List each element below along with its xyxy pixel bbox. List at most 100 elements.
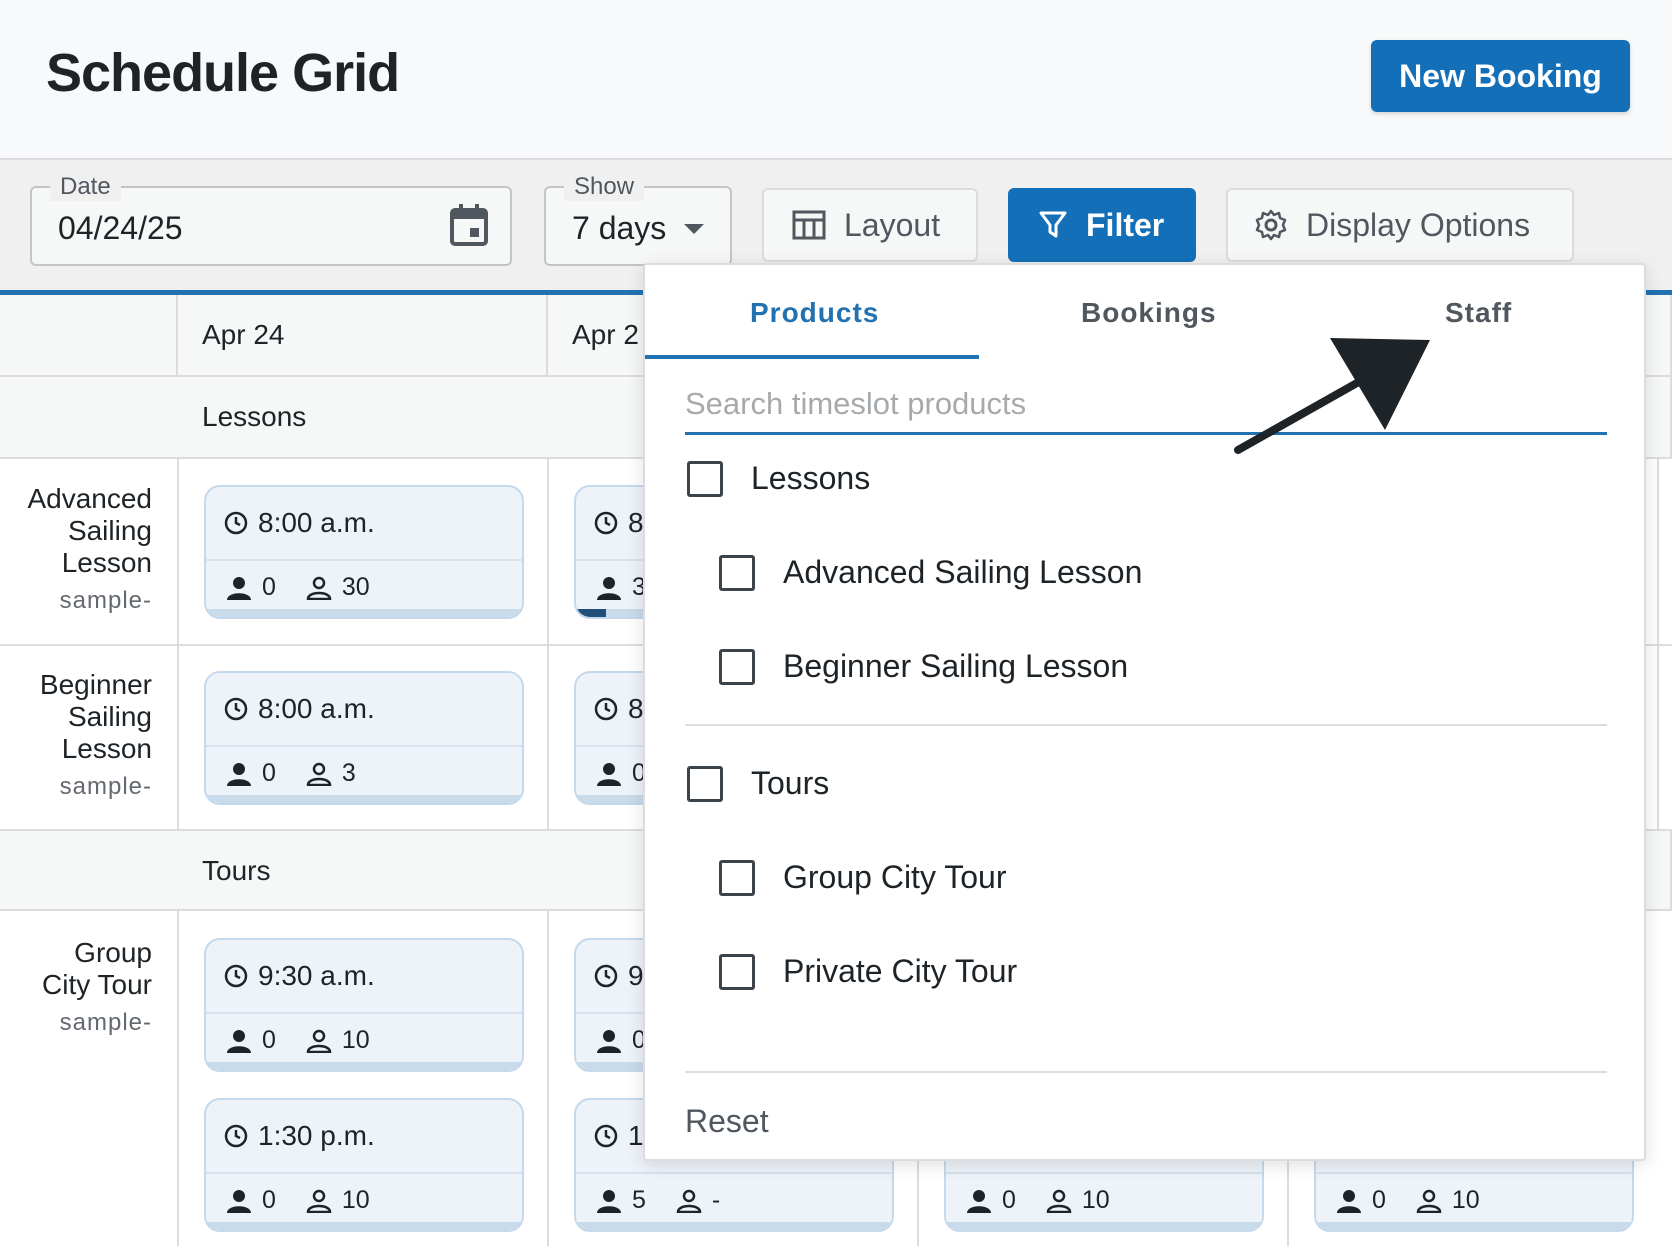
- filter-option-beginner-sailing[interactable]: Beginner Sailing Lesson: [719, 648, 1128, 685]
- filter-option-lessons[interactable]: Lessons: [687, 460, 870, 497]
- timeslot-time-text: 1: [628, 1120, 644, 1151]
- timeslot-card[interactable]: 8:00 a.m. 0 3: [204, 671, 524, 805]
- date-value: 04/24/25: [58, 210, 183, 246]
- tab-bookings[interactable]: Bookings: [1081, 297, 1217, 329]
- timeslot-card[interactable]: 9:30 a.m. 0 10: [204, 938, 524, 1072]
- reset-button[interactable]: Reset: [685, 1103, 769, 1140]
- option-label: Private City Tour: [783, 953, 1018, 989]
- capacity-count: -: [711, 1186, 721, 1214]
- checkbox[interactable]: [719, 554, 755, 591]
- show-field-label: Show: [564, 173, 645, 201]
- capacity-count: 30: [341, 573, 370, 601]
- capacity-count: 10: [1451, 1186, 1480, 1214]
- slot-divider: [206, 559, 522, 561]
- timeslot-counts: 0 10: [966, 1186, 1110, 1215]
- slot-divider: [946, 1172, 1262, 1174]
- checkbox[interactable]: [687, 765, 723, 802]
- timeslot-time-text: 9: [628, 960, 644, 991]
- person-outline-icon: [306, 1189, 332, 1213]
- person-outline-icon: [306, 1029, 332, 1053]
- slot-bottom-bar: [1316, 1222, 1632, 1230]
- group-row-left: [0, 829, 178, 911]
- person-outline-icon: [306, 576, 332, 600]
- filter-panel: Products Bookings Staff Lessons Advanced…: [643, 263, 1646, 1161]
- slot-bottom-bar: [206, 795, 522, 803]
- slot-bottom-bar: [946, 1222, 1262, 1230]
- filter-option-advanced-sailing[interactable]: Advanced Sailing Lesson: [719, 554, 1142, 591]
- date-field[interactable]: Date 04/24/25: [30, 173, 512, 266]
- slot-bottom-bar: [206, 609, 522, 617]
- timeslot-counts: 5 -: [596, 1186, 720, 1215]
- person-filled-icon: [597, 1029, 621, 1053]
- person-filled-icon: [967, 1189, 991, 1213]
- search-products-input[interactable]: [685, 375, 1607, 435]
- timeslot-time: 8: [594, 507, 644, 539]
- timeslot-time-text: 8:00 a.m.: [258, 507, 375, 538]
- timeslot-counts: 0 10: [226, 1026, 370, 1055]
- display-options-button[interactable]: Display Options: [1226, 188, 1574, 262]
- chevron-down-icon: [684, 224, 704, 234]
- calendar-icon[interactable]: [450, 204, 488, 246]
- tab-products[interactable]: Products: [750, 297, 879, 329]
- filter-option-private-city-tour[interactable]: Private City Tour: [719, 953, 1017, 990]
- slot-progress-fill: [576, 609, 606, 617]
- date-field-label: Date: [50, 173, 121, 201]
- timeslot-time-text: 1:30 p.m.: [258, 1120, 375, 1151]
- timeslot-counts: 0: [596, 759, 646, 788]
- clock-icon: [224, 511, 248, 535]
- timeslot-time-text: 8:00 a.m.: [258, 693, 375, 724]
- timeslot-time: 9: [594, 960, 644, 992]
- timeslot-card[interactable]: 8:00 a.m. 0 30: [204, 485, 524, 619]
- timeslot-counts: 0 10: [1336, 1186, 1480, 1215]
- clock-icon: [594, 964, 618, 988]
- group-label: Lessons: [202, 401, 307, 432]
- row-label-advanced-sailing: Advanced Sailing Lesson sample-: [27, 483, 152, 617]
- row-label-beginner-sailing: Beginner Sailing Lesson sample-: [40, 669, 152, 803]
- row-label-group-city-tour: Group City Tour sample-: [42, 937, 152, 1039]
- tab-staff[interactable]: Staff: [1445, 297, 1512, 329]
- clock-icon: [594, 511, 618, 535]
- timeslot-time: 8:00 a.m.: [224, 507, 375, 539]
- grid-line: [547, 911, 549, 1246]
- clock-icon: [594, 697, 618, 721]
- checkbox[interactable]: [719, 859, 755, 896]
- new-booking-button[interactable]: New Booking: [1371, 40, 1630, 112]
- filter-button[interactable]: Filter: [1008, 188, 1196, 262]
- clock-icon: [224, 964, 248, 988]
- row-label-line: Sailing: [67, 515, 152, 546]
- option-label: Beginner Sailing Lesson: [783, 648, 1129, 684]
- person-filled-icon: [227, 762, 251, 786]
- slot-divider: [206, 1172, 522, 1174]
- layout-button[interactable]: Layout: [762, 188, 978, 262]
- row-label-line: Group: [74, 937, 152, 968]
- filter-option-tours[interactable]: Tours: [687, 765, 829, 802]
- timeslot-card[interactable]: 1:30 p.m. 0 10: [204, 1098, 524, 1232]
- row-label-line: City Tour: [42, 969, 152, 1000]
- booked-count: 0: [262, 759, 276, 787]
- slot-divider: [206, 745, 522, 747]
- page-title: Schedule Grid: [46, 43, 400, 103]
- person-outline-icon: [1416, 1189, 1442, 1213]
- show-select[interactable]: Show 7 days: [544, 173, 732, 266]
- filter-option-group-city-tour[interactable]: Group City Tour: [719, 859, 1007, 896]
- row-label-line: Lesson: [61, 547, 152, 578]
- checkbox[interactable]: [687, 460, 723, 497]
- layout-button-label: Layout: [844, 206, 941, 243]
- column-date-label: Apr 2: [572, 319, 639, 350]
- timeslot-time: 9:30 a.m.: [224, 960, 375, 992]
- timeslot-counts: 0 3: [226, 759, 356, 788]
- divider: [685, 724, 1607, 726]
- checkbox[interactable]: [719, 953, 755, 990]
- display-options-label: Display Options: [1306, 206, 1531, 243]
- clock-icon: [224, 697, 248, 721]
- capacity-count: 3: [341, 759, 356, 787]
- row-sku: sample-: [59, 1009, 152, 1036]
- group-row-left: [0, 377, 178, 459]
- timeslot-time: 1: [594, 1120, 644, 1152]
- timeslot-time: 8:00 a.m.: [224, 693, 375, 725]
- row-sku: sample-: [59, 587, 152, 614]
- slot-bottom-bar: [206, 1062, 522, 1070]
- checkbox[interactable]: [719, 648, 755, 685]
- timeslot-counts: 3: [596, 573, 646, 602]
- person-filled-icon: [597, 762, 621, 786]
